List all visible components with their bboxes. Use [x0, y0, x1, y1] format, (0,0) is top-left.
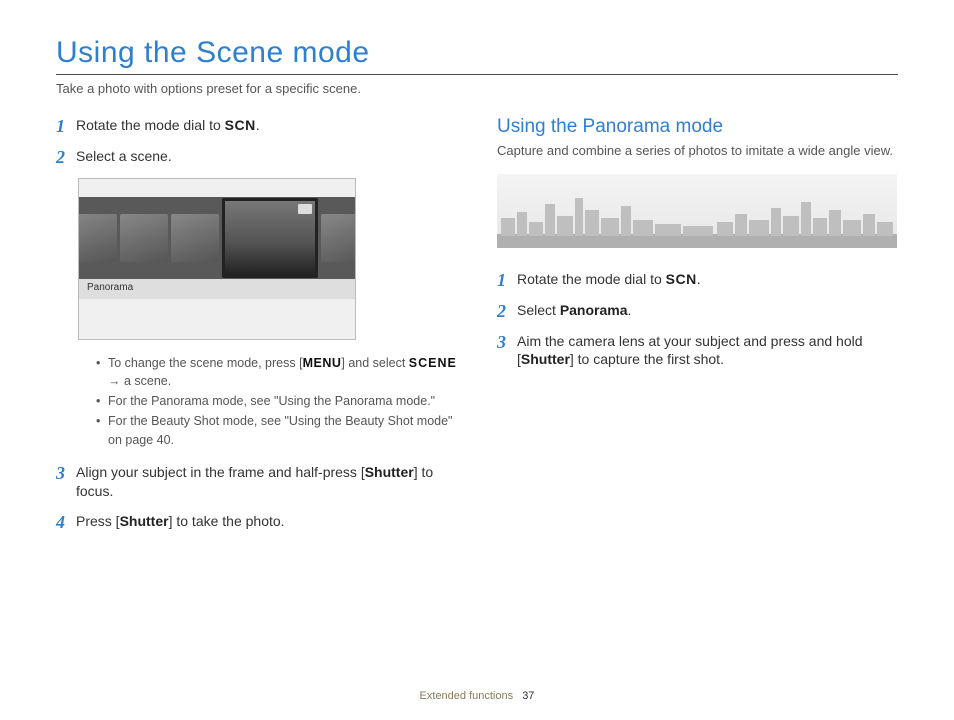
text: Rotate the mode dial to — [76, 117, 225, 133]
scn-icon: SCN — [225, 117, 256, 133]
notes-list: To change the scene mode, press [MENU] a… — [96, 354, 457, 449]
step-2: 2 Select a scene. — [56, 147, 457, 166]
text: ] and select — [341, 356, 408, 370]
shutter-label: Shutter — [365, 464, 414, 480]
step-number: 1 — [56, 116, 76, 135]
step-text: Rotate the mode dial to SCN. — [76, 116, 457, 135]
text: Align your subject in the frame and half… — [76, 464, 365, 480]
page-footer: Extended functions 37 — [0, 690, 954, 702]
lcd-scene-strip — [79, 197, 355, 279]
scene-thumb — [120, 214, 168, 262]
step-text: Select a scene. — [76, 147, 457, 166]
step-text: Align your subject in the frame and half… — [76, 463, 457, 501]
text: To change the scene mode, press [ — [108, 356, 303, 370]
page-title: Using the Scene mode — [56, 36, 898, 70]
scene-menu-label: SCENE — [409, 356, 457, 370]
skyline-icon — [497, 174, 897, 248]
text: . — [697, 271, 701, 287]
text: → a scene. — [108, 372, 457, 390]
scene-thumb — [321, 214, 355, 262]
panorama-illustration — [497, 174, 897, 248]
text: Rotate the mode dial to — [517, 271, 666, 287]
right-column: Using the Panorama mode Capture and comb… — [497, 116, 898, 543]
step-text: Press [Shutter] to take the photo. — [76, 512, 457, 531]
left-column: 1 Rotate the mode dial to SCN. 2 Select … — [56, 116, 457, 543]
text: Select — [517, 302, 560, 318]
step-3: 3 Aim the camera lens at your subject an… — [497, 332, 898, 370]
title-underline — [56, 74, 898, 75]
step-3: 3 Align your subject in the frame and ha… — [56, 463, 457, 501]
scn-icon: SCN — [666, 271, 697, 287]
text: . — [628, 302, 632, 318]
step-1: 1 Rotate the mode dial to SCN. — [56, 116, 457, 135]
note-item: To change the scene mode, press [MENU] a… — [96, 354, 457, 390]
lcd-top-bar — [79, 179, 355, 197]
step-number: 4 — [56, 512, 76, 531]
step-number: 2 — [497, 301, 517, 320]
step-number: 1 — [497, 270, 517, 289]
step-4: 4 Press [Shutter] to take the photo. — [56, 512, 457, 531]
scene-thumb — [79, 214, 117, 262]
step-2: 2 Select Panorama. — [497, 301, 898, 320]
step-number: 2 — [56, 147, 76, 166]
step-1: 1 Rotate the mode dial to SCN. — [497, 270, 898, 289]
lcd-scene-label: Panorama — [79, 279, 355, 299]
step-number: 3 — [497, 332, 517, 351]
manual-page: Using the Scene mode Take a photo with o… — [0, 0, 954, 720]
section-description: Capture and combine a series of photos t… — [497, 142, 898, 160]
step-number: 3 — [56, 463, 76, 482]
footer-section: Extended functions — [420, 690, 514, 702]
section-heading: Using the Panorama mode — [497, 116, 898, 138]
note-item: For the Beauty Shot mode, see "Using the… — [96, 412, 457, 448]
text: . — [256, 117, 260, 133]
step-text: Rotate the mode dial to SCN. — [517, 270, 898, 289]
scene-thumb-selected — [222, 198, 318, 278]
camera-lcd-screenshot: Panorama — [78, 178, 356, 340]
text: ] to take the photo. — [169, 513, 285, 529]
page-number: 37 — [522, 690, 534, 702]
step-text: Select Panorama. — [517, 301, 898, 320]
note-item: For the Panorama mode, see "Using the Pa… — [96, 392, 457, 410]
shutter-label: Shutter — [521, 351, 570, 367]
shutter-label: Shutter — [120, 513, 169, 529]
content-columns: 1 Rotate the mode dial to SCN. 2 Select … — [56, 116, 898, 543]
lcd-bottom — [79, 299, 355, 339]
scene-thumb — [171, 214, 219, 262]
menu-button-label: MENU — [303, 356, 342, 370]
panorama-label: Panorama — [560, 302, 628, 318]
text: ] to capture the first shot. — [570, 351, 724, 367]
page-subtitle: Take a photo with options preset for a s… — [56, 81, 898, 96]
text: Press [ — [76, 513, 120, 529]
step-text: Aim the camera lens at your subject and … — [517, 332, 898, 370]
